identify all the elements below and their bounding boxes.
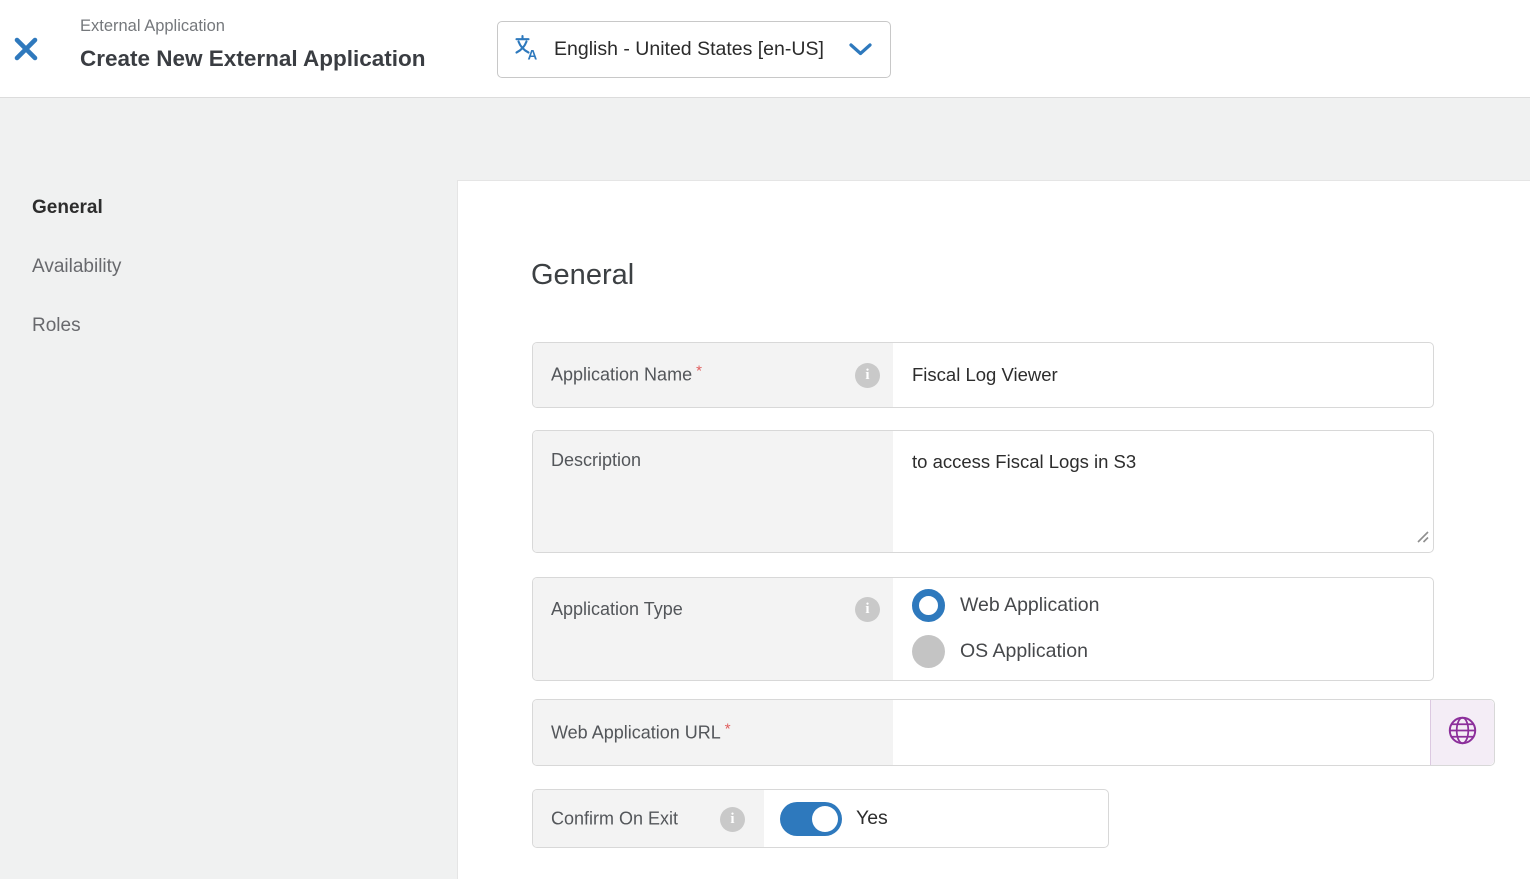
sidebar-item-roles[interactable]: Roles [32, 315, 81, 337]
application-type-label: Application Type [551, 599, 683, 620]
application-name-label-cell: Application Name* i [533, 343, 893, 407]
close-icon [12, 51, 40, 66]
language-selector-value: English - United States [en-US] [554, 38, 824, 61]
radio-option-label: Web Application [960, 594, 1099, 617]
confirm-on-exit-toggle[interactable] [780, 802, 842, 836]
required-marker: * [725, 720, 731, 737]
confirm-on-exit-field-row: Confirm On Exit i Yes [532, 789, 1109, 848]
description-label: Description [551, 450, 641, 471]
radio-selected-icon[interactable] [912, 589, 945, 622]
create-external-application-screen: External Application Create New External… [0, 0, 1530, 879]
application-type-options: Web Application OS Application [893, 578, 1099, 680]
confirm-on-exit-value-cell: Yes [764, 790, 1108, 847]
close-button[interactable] [10, 34, 42, 66]
application-name-field-row: Application Name* i Fiscal Log Viewer [532, 342, 1434, 408]
info-icon[interactable]: i [720, 807, 745, 832]
language-selector[interactable]: A English - United States [en-US] [497, 21, 891, 78]
application-type-label-cell: Application Type i [533, 578, 893, 680]
web-application-url-input[interactable] [893, 700, 1430, 765]
confirm-on-exit-label: Confirm On Exit [551, 808, 678, 829]
translate-icon: A [514, 34, 541, 66]
sidebar-item-general[interactable]: General [32, 197, 103, 219]
application-name-input[interactable]: Fiscal Log Viewer [893, 343, 1433, 407]
web-application-url-label-cell: Web Application URL* [533, 700, 893, 765]
svg-text:A: A [528, 47, 538, 61]
resize-handle-icon[interactable] [1414, 528, 1430, 549]
radio-option-web-application[interactable]: Web Application [912, 589, 1099, 622]
web-application-url-label: Web Application URL* [551, 722, 731, 743]
description-field-row: Description to access Fiscal Logs in S3 [532, 430, 1434, 553]
info-icon[interactable]: i [855, 597, 880, 622]
toggle-knob [812, 806, 838, 832]
page-title: Create New External Application [80, 46, 426, 72]
page-subtitle: External Application [80, 17, 225, 36]
description-textarea[interactable]: to access Fiscal Logs in S3 [893, 431, 1433, 552]
radio-option-label: OS Application [960, 640, 1088, 663]
confirm-on-exit-label-cell: Confirm On Exit i [533, 790, 764, 847]
web-application-url-field-row: Web Application URL* [532, 699, 1495, 766]
info-icon[interactable]: i [855, 363, 880, 388]
section-heading: General [531, 259, 634, 292]
application-type-field-row: Application Type i Web Application OS Ap… [532, 577, 1434, 681]
radio-option-os-application[interactable]: OS Application [912, 635, 1099, 668]
sidebar-item-availability[interactable]: Availability [32, 256, 121, 278]
toggle-state-label: Yes [856, 807, 888, 830]
globe-icon [1447, 715, 1478, 751]
chevron-down-icon [849, 43, 872, 56]
description-label-cell: Description [533, 431, 893, 552]
application-name-label: Application Name* [551, 365, 702, 386]
open-url-button[interactable] [1430, 700, 1494, 765]
header: External Application Create New External… [0, 0, 1530, 98]
radio-unselected-icon[interactable] [912, 635, 945, 668]
content-panel: General Application Name* i Fiscal Log V… [457, 180, 1530, 879]
required-marker: * [696, 363, 702, 380]
